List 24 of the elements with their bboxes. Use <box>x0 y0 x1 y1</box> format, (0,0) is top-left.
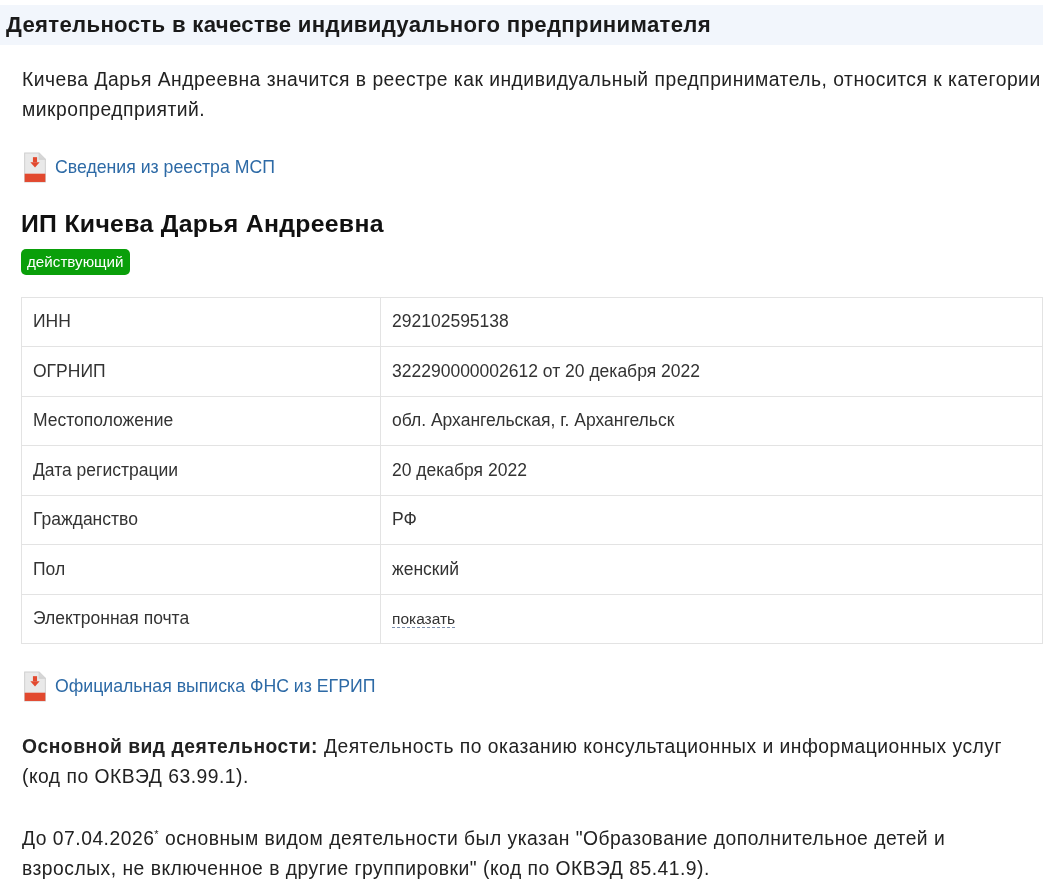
intro-text: Кичева Дарья Андреевна значится в реестре как индивидуальный предприниматель, относится к категории микропредприятий. <box>22 68 1042 122</box>
pdf-file-icon <box>23 670 47 702</box>
entrepreneur-name: ИП Кичева Дарья Андреевна <box>21 208 385 239</box>
table-cell: 292102595138 <box>380 297 1043 347</box>
table-cell: РФ <box>380 495 1043 545</box>
table-cell: Электронная почта <box>21 594 381 644</box>
extract-link[interactable]: Официальная выписка ФНС из ЕГРИП <box>23 670 376 702</box>
table-cell: обл. Архангельская, г. Архангельск <box>380 396 1043 446</box>
table-cell: ИНН <box>21 297 381 347</box>
table-cell: Гражданство <box>21 495 381 545</box>
main-activity-text: Основной вид деятельности: Деятельность по оказанию консультационных и информационных услуг (код по ОКВЭД 63.99.1). <box>22 734 1003 789</box>
section-header: Деятельность в качестве индивидуального предпринимателя <box>0 5 1043 45</box>
table-cell: Дата регистрации <box>21 445 381 495</box>
table-cell: 20 декабря 2022 <box>380 445 1043 495</box>
table-cell: женский <box>380 544 1043 594</box>
table-cell: Пол <box>21 544 381 594</box>
table-cell: Местоположение <box>21 396 381 446</box>
table-cell: ОГРНИП <box>21 346 381 396</box>
status-badge: действующий <box>21 248 130 275</box>
table-cell: 322290000002612 от 20 декабря 2022 <box>380 346 1043 396</box>
pdf-file-icon <box>23 151 47 183</box>
previous-activity-text: До 07.04.2026$^{*}$ основным видом деятельности был указан "Образование дополнительное детей и взрослых, не включенное в другие группировки" (код по ОКВЭД 85.41.9). <box>22 826 947 881</box>
registry-link[interactable]: Сведения из реестра МСП <box>23 151 275 183</box>
show-email-link[interactable]: показать <box>392 610 456 629</box>
